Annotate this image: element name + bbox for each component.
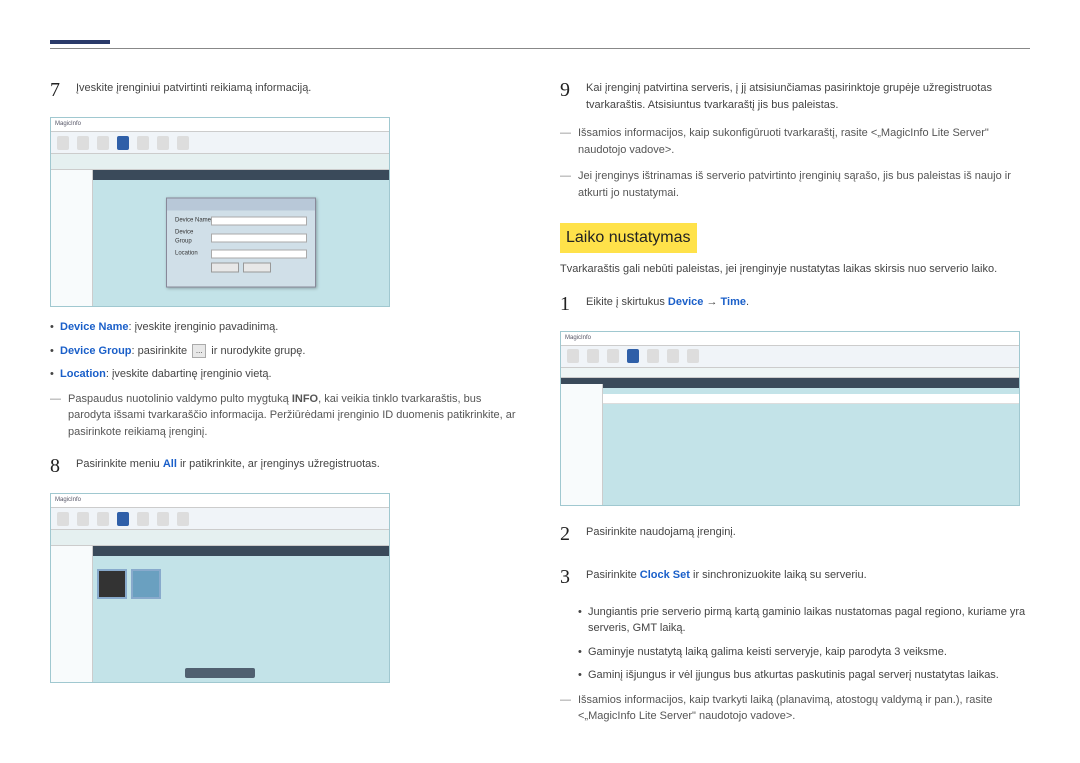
tabs-bar [561, 368, 1019, 378]
info-note: Išsamios informacijos, kaip sukonfigūruo… [560, 125, 1030, 158]
toolbar-icon [587, 349, 599, 363]
toolbar-icon-active [627, 349, 639, 363]
step-number-7: 7 [50, 74, 76, 105]
browse-button-icon[interactable]: ... [192, 344, 206, 358]
cancel-button[interactable] [243, 263, 271, 273]
toolbar-icon-active [117, 512, 129, 526]
toolbar-icon [607, 349, 619, 363]
step-text-part: Pasirinkite meniu [76, 458, 163, 470]
bullet-text: : įveskite įrenginio pavadinimą. [129, 321, 279, 333]
subnav-bar [51, 530, 389, 546]
header-divider [50, 48, 1030, 49]
sidebar [561, 384, 603, 505]
device-card[interactable] [97, 569, 127, 599]
toolbar-icon [57, 512, 69, 526]
toolbar-icon [177, 512, 189, 526]
sidebar [51, 546, 93, 682]
location-input[interactable] [211, 250, 307, 259]
right-column: 9 Kai įrenginį patvirtina serveris, į jį… [560, 74, 1030, 735]
step-8-text: Pasirinkite meniu All ir patikrinkite, a… [76, 450, 520, 481]
device-group-input[interactable] [211, 233, 307, 242]
toolbar-icon [97, 136, 109, 150]
app-logo-text: MagicInfo [55, 496, 81, 505]
step-number-3: 3 [560, 561, 586, 592]
step-2-text: Pasirinkite naudojamą įrenginį. [586, 518, 1030, 549]
subnav-bar [51, 154, 389, 170]
step-text-part: ir patikrinkite, ar įrenginys užregistru… [177, 458, 380, 470]
step-9-text: Kai įrenginį patvirtina serveris, į jį a… [586, 74, 1030, 113]
info-note: Paspaudus nuotolinio valdymo pulto mygtu… [50, 391, 520, 441]
dialog-titlebar [167, 199, 315, 211]
bullet-location: Location: įveskite dabartinę įrenginio v… [50, 366, 520, 383]
term-location: Location [60, 368, 106, 380]
device-name-input[interactable] [211, 217, 307, 226]
step-text-part: → [703, 296, 720, 308]
accent-rule [50, 40, 110, 44]
term-device-group: Device Group [60, 345, 132, 357]
bullet-text: ir nurodykite grupę. [208, 345, 305, 357]
term-device-name: Device Name [60, 321, 129, 333]
field-label: Device Group [175, 229, 211, 247]
field-label: Location [175, 250, 211, 259]
left-column: 7 Įveskite įrenginiui patvirtinti reikia… [50, 74, 520, 735]
step-number-2: 2 [560, 518, 586, 549]
toolbar-icon-active [117, 136, 129, 150]
screenshot-device-all: MagicInfo [50, 493, 390, 683]
toolbar-icon [77, 512, 89, 526]
ok-button[interactable] [211, 263, 239, 273]
device-card[interactable] [131, 569, 161, 599]
bullet-device-group: Device Group: pasirinkite ... ir nurodyk… [50, 343, 520, 360]
app-logo-text: MagicInfo [565, 334, 591, 343]
step-number-1: 1 [560, 288, 586, 319]
sub-bullet: Jungiantis prie serverio pirmą kartą gam… [578, 604, 1030, 637]
screenshot-approve-dialog: MagicInfo Device N [50, 117, 390, 307]
section-heading: Laiko nustatymas [560, 223, 697, 253]
dark-bar [51, 546, 389, 556]
toolbar-icon [57, 136, 69, 150]
field-label: Device Name [175, 217, 211, 226]
step-text-part: . [746, 296, 749, 308]
toolbar-icon [667, 349, 679, 363]
section-intro: Tvarkaraštis gali nebūti paleistas, jei … [560, 261, 1030, 278]
toolbar-icon [647, 349, 659, 363]
term-all: All [163, 458, 177, 470]
bullet-text: : pasirinkite [132, 345, 191, 357]
sidebar [51, 170, 93, 306]
note-text: Paspaudus nuotolinio valdymo pulto mygtu… [68, 393, 292, 405]
toolbar-icon [177, 136, 189, 150]
term-clock-set: Clock Set [640, 569, 690, 581]
toolbar-icon [157, 512, 169, 526]
dialog-approve: Device Name Device Group Location [166, 198, 316, 288]
app-logo-text: MagicInfo [55, 120, 81, 129]
step-7-text: Įveskite įrenginiui patvirtinti reikiamą… [76, 74, 520, 105]
step-text-part: ir sinchronizuokite laiką su serveriu. [690, 569, 867, 581]
toolbar-icon [137, 512, 149, 526]
step-number-9: 9 [560, 74, 586, 113]
toolbar-icon [137, 136, 149, 150]
info-note: Išsamios informacijos, kaip tvarkyti lai… [560, 692, 1030, 725]
step-number-8: 8 [50, 450, 76, 481]
screenshot-device-time: MagicInfo [560, 331, 1020, 506]
sub-bullet: Gaminyje nustatytą laiką galima keisti s… [578, 644, 1030, 661]
sub-bullet: Gaminį išjungus ir vėl įjungus bus atkur… [578, 667, 1030, 684]
device-list-row[interactable] [603, 394, 1019, 404]
toolbar-icon [157, 136, 169, 150]
step-text-part: Pasirinkite [586, 569, 640, 581]
dark-bar [561, 378, 1019, 388]
toolbar-icon [77, 136, 89, 150]
toolbar-icon [97, 512, 109, 526]
toolbar-icon [567, 349, 579, 363]
info-keyword: INFO [292, 393, 318, 405]
bullet-device-name: Device Name: įveskite įrenginio pavadini… [50, 319, 520, 336]
step-1-text: Eikite į skirtukus Device → Time. [586, 288, 1030, 319]
pager-bar [185, 668, 255, 678]
term-time: Time [721, 296, 746, 308]
info-note: Jei įrenginys ištrinamas iš serverio pat… [560, 168, 1030, 201]
step-3-text: Pasirinkite Clock Set ir sinchronizuokit… [586, 561, 1030, 592]
bullet-text: : įveskite dabartinę įrenginio vietą. [106, 368, 272, 380]
term-device: Device [668, 296, 703, 308]
step-text-part: Eikite į skirtukus [586, 296, 668, 308]
toolbar-icon [687, 349, 699, 363]
